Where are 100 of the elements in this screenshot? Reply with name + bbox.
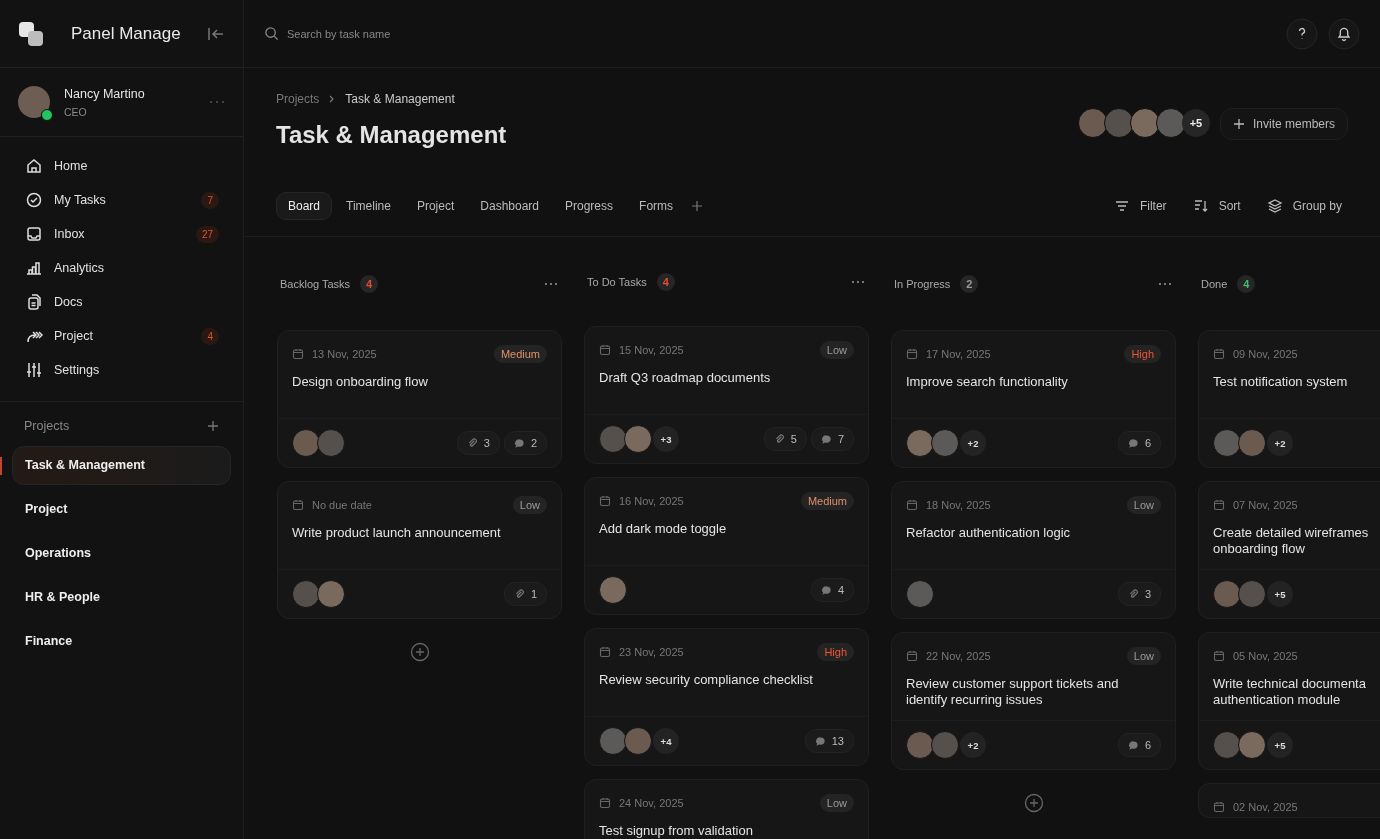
calendar-icon: [599, 646, 611, 658]
collapse-sidebar-icon[interactable]: [207, 25, 225, 42]
nav-item[interactable]: Home: [0, 149, 243, 183]
project-item[interactable]: Operations: [12, 534, 231, 573]
task-card[interactable]: 22 Nov, 2025 Low Review customer support tickets and identify recurring issues +2 6: [891, 632, 1176, 770]
priority-tag: Low: [1126, 496, 1161, 514]
toolbar-button[interactable]: Group by: [1260, 198, 1348, 214]
assignee-avatar: [292, 580, 320, 608]
more-icon[interactable]: [544, 282, 558, 286]
more-icon[interactable]: [851, 280, 865, 284]
priority-tag: Medium: [493, 345, 547, 363]
task-title: Design onboarding flow: [292, 374, 429, 391]
nav-item[interactable]: My Tasks 7: [0, 183, 243, 217]
due-date: 05 Nov, 2025: [1233, 650, 1299, 662]
nav-item[interactable]: Docs: [0, 285, 243, 319]
task-card[interactable]: 02 Nov, 2025: [1198, 783, 1380, 818]
invite-members-button[interactable]: Invite members: [1219, 108, 1348, 140]
check-icon: [25, 191, 43, 209]
attachment-count: 3: [1117, 582, 1161, 606]
layers-icon: [1266, 198, 1283, 214]
chat-bubble-icon: [820, 584, 832, 596]
priority-tag: High: [817, 643, 854, 661]
comment-count: 4: [810, 578, 854, 602]
due-date: 16 Nov, 2025: [619, 495, 685, 507]
more-assignees-badge: +3: [653, 426, 679, 452]
search-icon: [264, 26, 279, 41]
member-avatar: [1129, 108, 1160, 138]
logo-icon: [18, 20, 44, 47]
task-card[interactable]: 24 Nov, 2025 Low Test signup from validation: [584, 779, 869, 839]
view-tab[interactable]: Timeline: [334, 192, 403, 220]
more-members-badge: +5: [1181, 109, 1210, 137]
comment-count: 13: [804, 729, 854, 753]
attachment-count: 5: [763, 427, 807, 451]
task-title: Review customer support tickets and identify recurring issues: [906, 676, 1120, 709]
task-card[interactable]: 09 Nov, 2025 Test notification system +2: [1198, 330, 1380, 468]
chat-bubble-icon: [513, 437, 525, 449]
assignee-avatar: [1213, 580, 1241, 608]
app-name: Panel Manage: [71, 23, 182, 44]
more-assignees-badge: +5: [1267, 732, 1293, 758]
task-card[interactable]: 13 Nov, 2025 Medium Design onboarding flow 3 2: [277, 330, 562, 468]
task-card[interactable]: 07 Nov, 2025 Create detailed wireframes onboarding flow +5: [1198, 481, 1380, 619]
view-tab[interactable]: Board: [276, 192, 333, 220]
due-date: 23 Nov, 2025: [619, 646, 685, 658]
task-card[interactable]: 17 Nov, 2025 High Improve search functionality +2 6: [891, 330, 1176, 468]
calendar-icon: [292, 499, 304, 511]
search-field[interactable]: Search by task name: [287, 25, 487, 42]
nav-item[interactable]: Settings: [0, 353, 243, 387]
project-item[interactable]: Finance: [12, 622, 231, 661]
priority-tag: Medium: [800, 492, 854, 510]
toolbar-button[interactable]: Filter: [1107, 198, 1173, 214]
due-date: 09 Nov, 2025: [1233, 348, 1299, 360]
user-name: Nancy Martino: [64, 86, 146, 101]
nav-label: Project: [54, 329, 94, 343]
help-icon[interactable]: [1286, 17, 1318, 50]
more-icon[interactable]: [209, 100, 225, 104]
paperclip-icon: [513, 588, 525, 600]
task-title: Write technical documenta authentication module: [1213, 676, 1367, 709]
task-card[interactable]: 16 Nov, 2025 Medium Add dark mode toggle 4: [584, 477, 869, 615]
task-title: Test signup from validation: [599, 823, 754, 839]
priority-tag: High: [1124, 345, 1161, 363]
attachment-count: 3: [456, 431, 500, 455]
project-item[interactable]: HR & People: [12, 578, 231, 617]
nav-item[interactable]: Analytics: [0, 251, 243, 285]
toolbar-button[interactable]: Sort: [1186, 198, 1247, 214]
view-tab[interactable]: Dashboard: [468, 192, 551, 220]
breadcrumb-link[interactable]: Projects: [276, 92, 320, 106]
selection-indicator: [0, 456, 2, 475]
view-tab[interactable]: Forms: [627, 192, 686, 220]
notification-bell-icon[interactable]: [1328, 17, 1360, 50]
add-icon[interactable]: [207, 420, 219, 432]
task-card[interactable]: No due date Low Write product launch announcement 1: [277, 481, 562, 619]
calendar-icon: [1213, 499, 1225, 511]
task-card[interactable]: 05 Nov, 2025 Write technical documenta authentication module +5: [1198, 632, 1380, 770]
calendar-icon: [599, 344, 611, 356]
project-item[interactable]: Task & Management: [12, 446, 231, 485]
nav-item[interactable]: Inbox 27: [0, 217, 243, 251]
view-tab[interactable]: Progress: [553, 192, 626, 220]
assignee-avatar: [931, 731, 959, 759]
priority-tag: Low: [512, 496, 547, 514]
task-card[interactable]: 23 Nov, 2025 High Review security compliance checklist +4 13: [584, 628, 869, 766]
assignee-avatar: [624, 425, 652, 453]
more-assignees-badge: +2: [1267, 430, 1293, 456]
add-card-icon[interactable]: [1023, 793, 1044, 813]
task-card[interactable]: 18 Nov, 2025 Low Refactor authentication logic 3: [891, 481, 1176, 619]
priority-tag: Low: [819, 794, 854, 812]
more-assignees-badge: +4: [653, 728, 679, 754]
add-tab-icon[interactable]: [691, 200, 704, 212]
task-card[interactable]: 15 Nov, 2025 Low Draft Q3 roadmap documents +3 5 7: [584, 326, 869, 464]
due-date: 15 Nov, 2025: [619, 344, 685, 356]
nav-item[interactable]: Project 4: [0, 319, 243, 353]
due-date: 13 Nov, 2025: [312, 348, 378, 360]
view-tab[interactable]: Project: [404, 192, 467, 220]
section-title: Projects: [24, 419, 71, 433]
project-item[interactable]: Project: [12, 490, 231, 529]
more-icon[interactable]: [1158, 282, 1172, 286]
assignee-avatar: [599, 727, 627, 755]
paperclip-icon: [773, 433, 785, 445]
count-badge: 7: [201, 191, 219, 209]
user-role: CEO: [64, 105, 88, 118]
add-card-icon[interactable]: [409, 642, 430, 662]
